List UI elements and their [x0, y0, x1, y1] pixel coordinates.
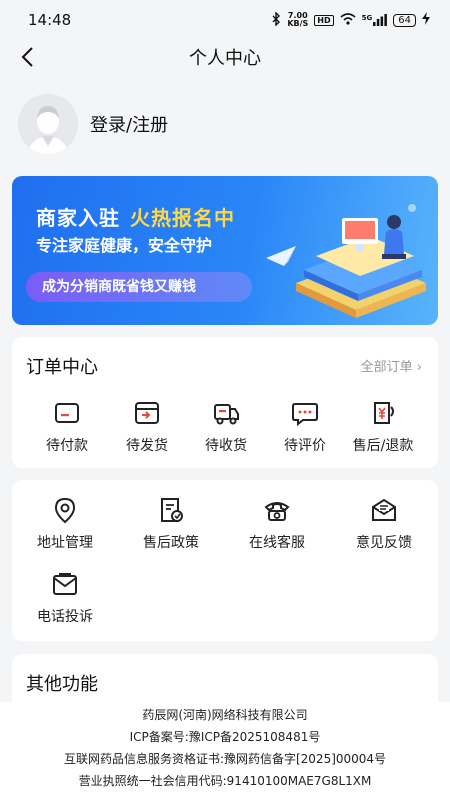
service-item-label: 电话投诉 [37, 609, 93, 625]
page-title: 个人中心 [189, 48, 261, 69]
service-online-support[interactable]: 在线客服 [234, 496, 320, 552]
service-item-label: 在线客服 [249, 535, 305, 551]
login-register-link[interactable]: 登录/注册 [90, 111, 168, 137]
footer-company: 药辰网(河南)网络科技有限公司 [142, 708, 308, 722]
back-button[interactable] [12, 42, 42, 72]
order-pending-receipt[interactable]: 待收货 [183, 399, 269, 455]
profile-section[interactable]: 登录/注册 [18, 94, 168, 154]
order-item-label: 待付款 [46, 438, 88, 454]
wifi-icon [340, 12, 356, 28]
ship-box-icon [135, 402, 159, 424]
service-aftersales-policy[interactable]: 售后政策 [128, 496, 214, 552]
comment-icon [292, 403, 318, 427]
refund-icon [374, 402, 394, 424]
status-bar: 14:48 7.00 KB/S HD 5G 64 [0, 0, 450, 40]
footer-credit-code: 营业执照统一社会信用代码:91410100MAE7G8L1XM [78, 774, 372, 788]
service-item-label: 地址管理 [37, 535, 93, 551]
service-phone-complaint[interactable]: 电话投诉 [22, 570, 108, 626]
all-orders-link[interactable]: 全部订单 › [361, 356, 422, 375]
order-pending-review[interactable]: 待评价 [262, 399, 348, 455]
footer-legal: 药辰网(河南)网络科技有限公司 ICP备案号:豫ICP备2025108481号 … [0, 702, 450, 800]
bluetooth-icon [271, 10, 281, 29]
service-item-label: 售后政策 [143, 535, 199, 551]
feedback-mail-icon [372, 498, 396, 521]
footer-license: 互联网药品信息服务资格证书:豫网药信备字[2025]00004号 [63, 752, 387, 766]
hd-badge: HD [314, 14, 334, 26]
service-item-label: 意见反馈 [356, 535, 412, 551]
order-pending-payment[interactable]: 待付款 [24, 399, 110, 455]
footer-icp[interactable]: ICP备案号:豫ICP备2025108481号 [0, 726, 450, 748]
status-time: 14:48 [28, 11, 72, 29]
service-address-management[interactable]: 地址管理 [22, 496, 108, 552]
merchant-banner[interactable]: 商家入驻 火热报名中 专注家庭健康，安全守护 成为分销商既省钱又赚钱 [12, 176, 438, 325]
policy-doc-icon [161, 498, 183, 522]
location-pin-icon [54, 497, 76, 524]
avatar[interactable] [18, 94, 78, 154]
net-speed: 7.00 KB/S [287, 11, 309, 28]
card-payment-icon [55, 403, 79, 423]
order-item-label: 待评价 [284, 438, 326, 454]
order-pending-shipment[interactable]: 待发货 [104, 399, 190, 455]
status-icons: 7.00 KB/S HD 5G 64 [271, 10, 430, 29]
order-item-label: 售后/退款 [352, 438, 414, 454]
order-item-label: 待发货 [126, 438, 168, 454]
other-functions-title: 其他功能 [26, 674, 98, 695]
complaint-mail-icon [53, 573, 77, 595]
chevron-left-icon [21, 47, 33, 67]
order-item-label: 待收货 [205, 438, 247, 454]
banner-subtitle: 专注家庭健康，安全守护 [36, 236, 213, 255]
banner-illustration [266, 204, 426, 318]
phone-icon [264, 502, 290, 521]
battery-icon: 64 [393, 13, 416, 27]
order-center-title: 订单中心 [26, 357, 98, 378]
services-card: 地址管理 售后政策 在线客服 意见反馈 电话投诉 [12, 480, 438, 641]
delivery-truck-icon [214, 404, 239, 425]
nav-bar: 个人中心 [0, 40, 450, 74]
distributor-pill-button[interactable]: 成为分销商既省钱又赚钱 [26, 272, 252, 302]
order-refund[interactable]: 售后/退款 [340, 399, 426, 455]
service-feedback[interactable]: 意见反馈 [341, 496, 427, 552]
order-center-card: 订单中心 全部订单 › 待付款 待发货 待收货 待评价 售后/退款 [12, 337, 438, 468]
charging-icon [422, 12, 430, 28]
signal-icon: 5G [362, 14, 388, 26]
banner-title: 商家入驻 火热报名中 [36, 206, 235, 230]
